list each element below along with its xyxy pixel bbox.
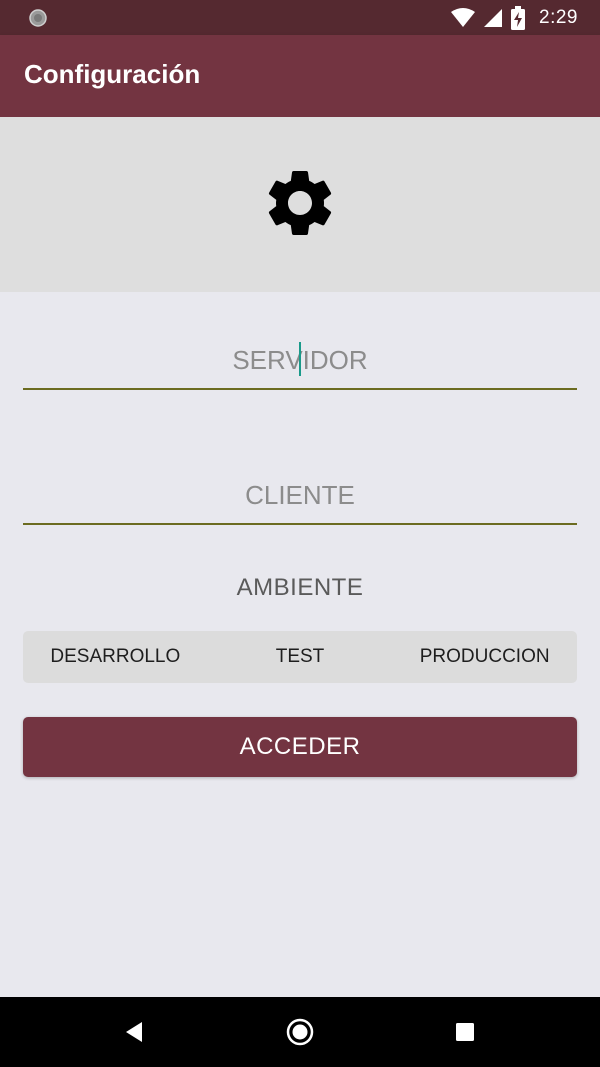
servidor-underline xyxy=(23,388,577,390)
ambiente-label: AMBIENTE xyxy=(236,574,364,601)
home-button[interactable] xyxy=(282,1014,318,1050)
signal-icon xyxy=(484,8,503,27)
back-button[interactable] xyxy=(116,1014,152,1050)
status-bar: 2:29 xyxy=(0,0,600,35)
option-desarrollo[interactable]: DESARROLLO xyxy=(23,646,208,668)
servidor-field[interactable] xyxy=(23,330,577,390)
home-icon xyxy=(286,1018,314,1046)
header-panel xyxy=(0,117,600,292)
recents-icon xyxy=(456,1023,474,1041)
recents-button[interactable] xyxy=(447,1014,483,1050)
page-title: Configuración xyxy=(24,59,201,89)
ambiente-selector: DESARROLLO TEST PRODUCCION xyxy=(23,631,577,683)
cliente-field[interactable] xyxy=(23,465,577,525)
text-cursor xyxy=(299,342,301,376)
status-time: 2:29 xyxy=(539,6,578,28)
gear-icon xyxy=(268,171,332,235)
cliente-underline xyxy=(23,523,577,525)
cliente-input[interactable] xyxy=(23,465,577,525)
status-icons: 2:29 xyxy=(451,4,578,31)
back-icon xyxy=(126,1022,142,1042)
wifi-icon xyxy=(451,7,476,27)
acceder-button[interactable]: ACCEDER xyxy=(23,717,577,777)
navigation-bar xyxy=(0,997,600,1067)
option-produccion[interactable]: PRODUCCION xyxy=(392,646,577,668)
circle-icon xyxy=(29,9,47,27)
option-test[interactable]: TEST xyxy=(208,646,393,668)
battery-charging-icon xyxy=(511,5,526,30)
app-bar: Configuración xyxy=(0,35,600,117)
